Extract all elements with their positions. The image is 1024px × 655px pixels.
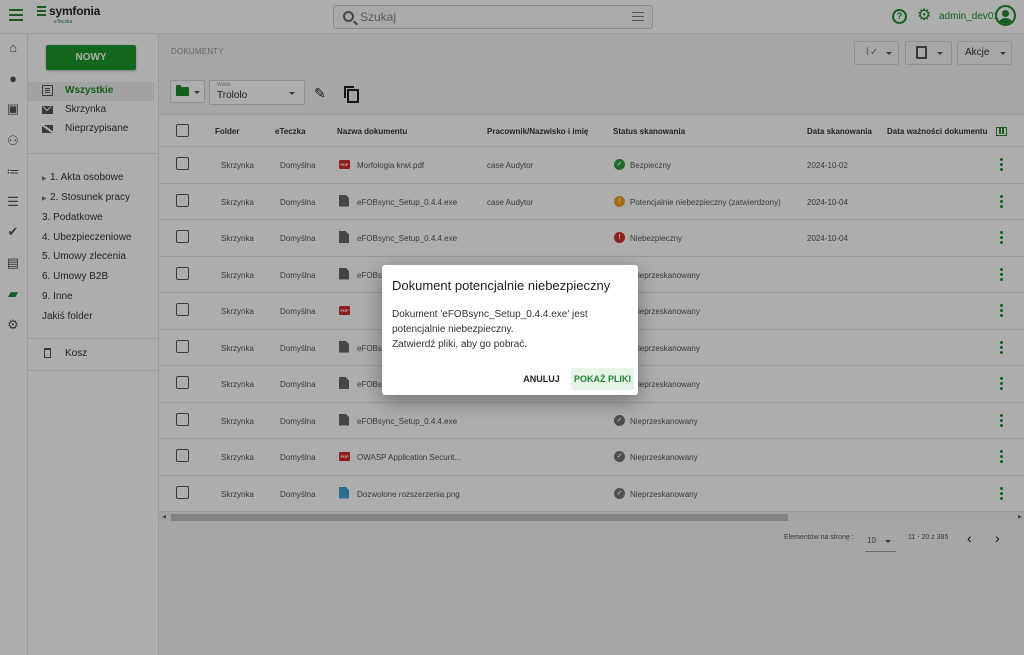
cancel-button[interactable]: ANULUJ: [522, 368, 561, 390]
dialog-text-line: Dokument 'eFOBsync_Setup_0.4.4.exe' jest: [392, 309, 588, 320]
dialog-body: Dokument 'eFOBsync_Setup_0.4.4.exe' jest…: [392, 307, 628, 352]
dialog-title: Dokument potencjalnie niebezpieczny: [392, 278, 611, 293]
unsafe-document-dialog: Dokument potencjalnie niebezpieczny Doku…: [382, 265, 638, 395]
dialog-text-line: potencjalnie niebezpieczny.: [392, 324, 514, 335]
show-files-button[interactable]: POKAŻ PLIKI: [571, 368, 634, 390]
dialog-text-line: Zatwierdź pliki, aby go pobrać.: [392, 339, 528, 350]
